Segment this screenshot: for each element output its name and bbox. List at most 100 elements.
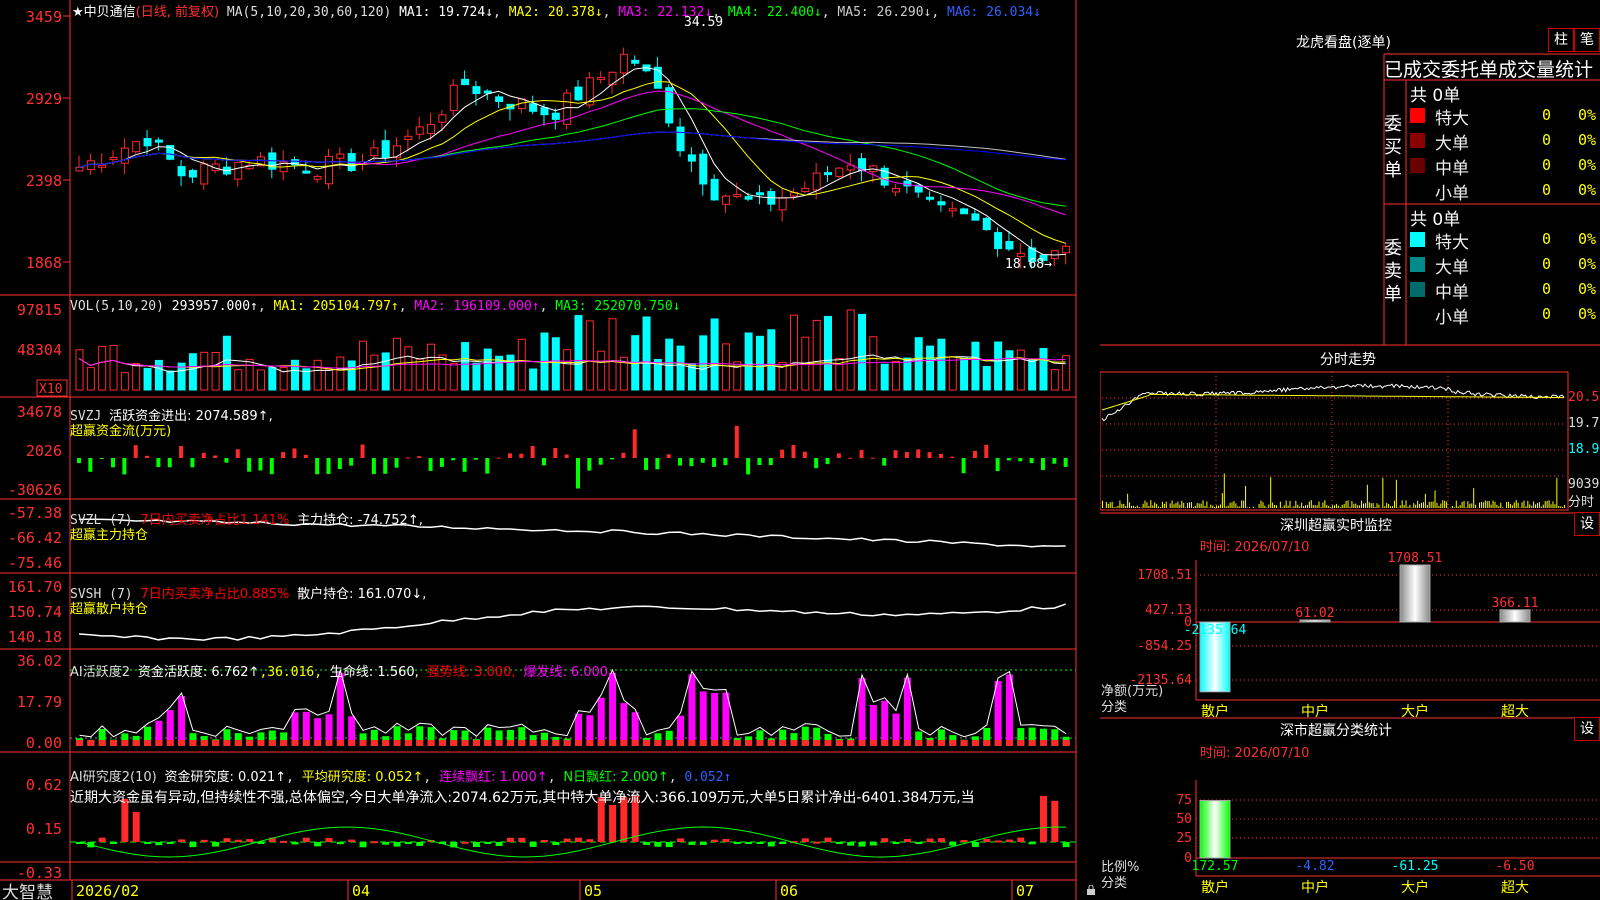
intraday-vol-bar [1179, 504, 1181, 508]
ai1-base-bar [575, 740, 582, 746]
ai1-base-bar [699, 740, 707, 746]
ai1-base-bar [404, 740, 412, 746]
intraday-vol-bar [1473, 488, 1475, 508]
intraday-vol-bar [1511, 505, 1513, 508]
candle-body [132, 141, 141, 153]
candle-body [529, 103, 538, 112]
intraday-vol-bar [1366, 484, 1368, 508]
intraday-vol-bar [1202, 500, 1204, 508]
volume-bar [1039, 347, 1048, 391]
svzj-bar [179, 446, 184, 458]
dragon-title: 龙虎看盘(逐单) [1296, 35, 1391, 51]
ai2-bar [903, 839, 911, 842]
candle-body [200, 163, 209, 185]
intraday-vol-bar [1359, 505, 1361, 508]
ai2-bar [246, 839, 254, 842]
kline-chart-area[interactable]: 345929292398186834.5918.68→9781548304X10… [0, 0, 1100, 900]
ai1-base-bar [291, 740, 299, 746]
svzj-bar [689, 458, 694, 467]
ai2-bar [824, 837, 832, 842]
svzj-bar [88, 458, 93, 472]
candle-body [665, 87, 674, 124]
ai1-base-bar [1005, 740, 1013, 746]
ai1-tick-label: 36.02 [17, 652, 62, 670]
sz-class-value-label: -6.50 [1495, 859, 1534, 874]
svzj-tick-label: -30626 [8, 481, 62, 499]
intraday-vol-bar [1241, 500, 1243, 508]
ai1-tick-label: 0.00 [26, 734, 62, 752]
ai2-bar [506, 837, 514, 842]
svzj-subtitle: 超赢资金流(万元) [70, 424, 172, 439]
sz-monitor-settings-button[interactable]: 设 [1574, 512, 1600, 536]
svzl-subtitle: 超赢主力持仓 [70, 528, 149, 543]
intraday-vol-bar [1125, 506, 1127, 508]
intraday-vol-bar [1345, 500, 1347, 508]
ai2-bar [983, 839, 991, 842]
sz-class-category-label: 中户 [1301, 879, 1329, 896]
ai2-bar [178, 839, 186, 842]
intraday-vol-bar [1533, 501, 1535, 508]
sell-name: 中单 [1435, 283, 1469, 303]
intraday-vol-bar [1436, 502, 1438, 508]
ai1-tick-label: 17.79 [17, 693, 62, 711]
svzj-bar [315, 458, 320, 475]
ai2-bar [733, 842, 741, 844]
svzj-bar [337, 458, 342, 470]
intraday-vol-bar [1484, 500, 1486, 508]
volume-bar [154, 359, 163, 391]
ai2-bar [722, 838, 730, 842]
ma1-value: MA1: 19.724↓ [399, 5, 494, 20]
bar-mode-button[interactable]: 柱 [1548, 28, 1574, 52]
candle-body [154, 139, 163, 143]
sz-monitor-time: 时间: 2026/07/10 [1200, 540, 1310, 555]
candle-body [710, 178, 719, 201]
sell-percent: 0% [1578, 230, 1597, 248]
ai1-value: ,36.016, [259, 665, 323, 680]
ai1-base-bar [178, 740, 186, 746]
tick-mode-button[interactable]: 笔 [1574, 28, 1600, 52]
ai2-bar [801, 838, 809, 842]
ai1-bar [994, 680, 1002, 746]
sell-orders-label: 委卖单 [1384, 238, 1402, 305]
buy-name: 特大 [1435, 109, 1469, 129]
intraday-vol-bar [1138, 507, 1140, 508]
lock-icon[interactable] [1086, 884, 1096, 895]
svzj-bar [848, 457, 853, 459]
volume-bar [404, 346, 413, 391]
ai1-base-bar [937, 740, 945, 746]
ai1-base-bar [722, 740, 730, 746]
ai2-bar [994, 840, 1002, 843]
svzl-tick-label: -75.46 [8, 554, 62, 572]
ai2-bar [960, 839, 968, 842]
sell-count: 0 [1542, 305, 1552, 323]
intraday-vol-bar [1537, 503, 1538, 508]
sz-class-settings-button[interactable]: 设 [1574, 717, 1600, 741]
ai1-base-bar [835, 740, 843, 746]
ai1-bar [178, 696, 186, 746]
svzj-bar [1040, 458, 1045, 471]
svzj-bar [972, 450, 977, 458]
intraday-vol-bar [1181, 500, 1183, 508]
svzj-bar [802, 451, 807, 458]
volume-bar [132, 363, 141, 391]
sz-monitor-category-label: 大户 [1401, 703, 1429, 720]
ai1-base-bar [1028, 740, 1036, 746]
ai2-bar [200, 839, 208, 842]
intraday-vol-bar [1169, 503, 1171, 508]
ai1-base-bar [472, 740, 480, 746]
intraday-vol-bar [1219, 504, 1221, 508]
intraday-vol-bar [1363, 503, 1364, 508]
ai1-base-bar [359, 740, 367, 746]
volume-bar [438, 354, 447, 391]
ai1-base-bar [416, 740, 424, 746]
kline-mode[interactable]: (日线, 前复权) [136, 5, 219, 20]
intraday-vol-bar [1183, 502, 1185, 508]
intraday-vol-bar [1564, 504, 1566, 508]
volume-bar [222, 335, 231, 391]
candle-body [744, 196, 753, 200]
volume-bar [563, 349, 572, 391]
candle-body [608, 71, 617, 86]
volume-bar [948, 356, 957, 391]
svzj-bar [530, 446, 535, 458]
ai2-bar [813, 841, 821, 844]
